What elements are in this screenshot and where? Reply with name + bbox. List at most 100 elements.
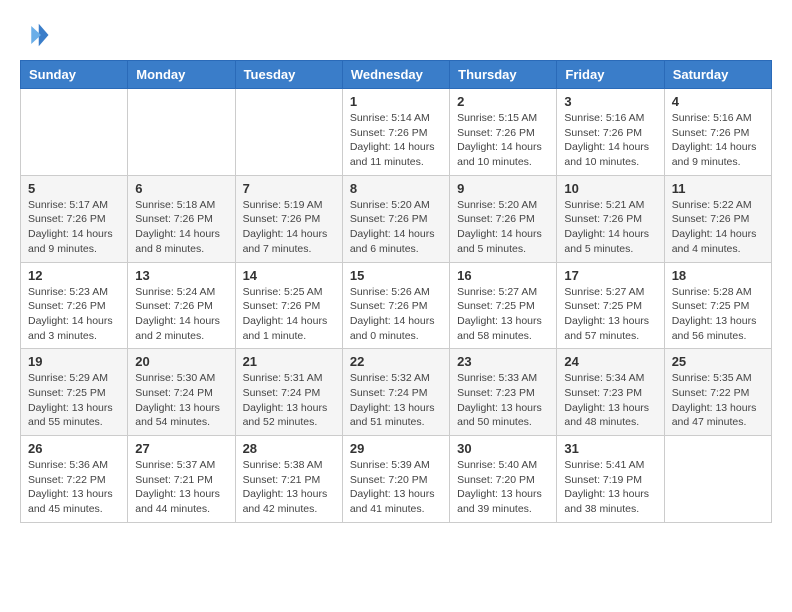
calendar-week-row: 1 Sunrise: 5:14 AMSunset: 7:26 PMDaylight… xyxy=(21,89,772,176)
day-info: Sunrise: 5:26 AMSunset: 7:26 PMDaylight:… xyxy=(350,285,442,344)
day-info: Sunrise: 5:37 AMSunset: 7:21 PMDaylight:… xyxy=(135,458,227,517)
day-number: 7 xyxy=(243,181,335,196)
weekday-header: Thursday xyxy=(450,61,557,89)
calendar-cell: 15Sunrise: 5:26 AMSunset: 7:26 PMDayligh… xyxy=(342,262,449,349)
day-number: 13 xyxy=(135,268,227,283)
calendar-cell: 21 Sunrise: 5:31 AMSunset: 7:24 PMDayligh… xyxy=(235,349,342,436)
day-info: Sunrise: 5:22 AMSunset: 7:26 PMDaylight:… xyxy=(672,198,764,257)
calendar-cell: 2 Sunrise: 5:15 AMSunset: 7:26 PMDaylight… xyxy=(450,89,557,176)
logo xyxy=(20,20,54,50)
calendar-week-row: 19 Sunrise: 5:29 AMSunset: 7:25 PMDayligh… xyxy=(21,349,772,436)
logo-icon xyxy=(20,20,50,50)
weekday-header: Wednesday xyxy=(342,61,449,89)
day-number: 11 xyxy=(672,181,764,196)
day-number: 28 xyxy=(243,441,335,456)
weekday-header: Tuesday xyxy=(235,61,342,89)
day-info: Sunrise: 5:31 AMSunset: 7:24 PMDaylight:… xyxy=(243,371,335,430)
day-info: Sunrise: 5:25 AMSunset: 7:26 PMDaylight:… xyxy=(243,285,335,344)
day-info: Sunrise: 5:38 AMSunset: 7:21 PMDaylight:… xyxy=(243,458,335,517)
day-number: 19 xyxy=(28,354,120,369)
day-number: 17 xyxy=(564,268,656,283)
day-number: 3 xyxy=(564,94,656,109)
day-info: Sunrise: 5:40 AMSunset: 7:20 PMDaylight:… xyxy=(457,458,549,517)
day-number: 14 xyxy=(243,268,335,283)
day-number: 9 xyxy=(457,181,549,196)
day-number: 1 xyxy=(350,94,442,109)
day-number: 5 xyxy=(28,181,120,196)
calendar-cell: 7Sunrise: 5:19 AMSunset: 7:26 PMDaylight… xyxy=(235,175,342,262)
calendar-header-row: SundayMondayTuesdayWednesdayThursdayFrid… xyxy=(21,61,772,89)
calendar-cell: 28 Sunrise: 5:38 AMSunset: 7:21 PMDayligh… xyxy=(235,436,342,523)
calendar-cell: 31Sunrise: 5:41 AMSunset: 7:19 PMDayligh… xyxy=(557,436,664,523)
day-info: Sunrise: 5:35 AMSunset: 7:22 PMDaylight:… xyxy=(672,371,764,430)
day-info: Sunrise: 5:27 AMSunset: 7:25 PMDaylight:… xyxy=(457,285,549,344)
calendar-cell xyxy=(235,89,342,176)
calendar-cell xyxy=(664,436,771,523)
day-number: 2 xyxy=(457,94,549,109)
day-info: Sunrise: 5:29 AMSunset: 7:25 PMDaylight:… xyxy=(28,371,120,430)
day-number: 31 xyxy=(564,441,656,456)
day-info: Sunrise: 5:16 AMSunset: 7:26 PMDaylight:… xyxy=(672,111,764,170)
calendar-cell: 8Sunrise: 5:20 AMSunset: 7:26 PMDaylight… xyxy=(342,175,449,262)
calendar-cell: 17 Sunrise: 5:27 AMSunset: 7:25 PMDayligh… xyxy=(557,262,664,349)
day-info: Sunrise: 5:33 AMSunset: 7:23 PMDaylight:… xyxy=(457,371,549,430)
day-number: 20 xyxy=(135,354,227,369)
calendar-week-row: 12 Sunrise: 5:23 AMSunset: 7:26 PMDayligh… xyxy=(21,262,772,349)
day-info: Sunrise: 5:15 AMSunset: 7:26 PMDaylight:… xyxy=(457,111,549,170)
calendar-cell: 27 Sunrise: 5:37 AMSunset: 7:21 PMDayligh… xyxy=(128,436,235,523)
calendar-cell: 23 Sunrise: 5:33 AMSunset: 7:23 PMDayligh… xyxy=(450,349,557,436)
day-number: 29 xyxy=(350,441,442,456)
calendar-cell: 18 Sunrise: 5:28 AMSunset: 7:25 PMDayligh… xyxy=(664,262,771,349)
calendar-cell: 14 Sunrise: 5:25 AMSunset: 7:26 PMDayligh… xyxy=(235,262,342,349)
weekday-header: Sunday xyxy=(21,61,128,89)
day-info: Sunrise: 5:16 AMSunset: 7:26 PMDaylight:… xyxy=(564,111,656,170)
calendar-cell xyxy=(21,89,128,176)
day-number: 12 xyxy=(28,268,120,283)
calendar-cell: 3 Sunrise: 5:16 AMSunset: 7:26 PMDaylight… xyxy=(557,89,664,176)
day-info: Sunrise: 5:32 AMSunset: 7:24 PMDaylight:… xyxy=(350,371,442,430)
calendar-week-row: 26 Sunrise: 5:36 AMSunset: 7:22 PMDayligh… xyxy=(21,436,772,523)
day-number: 30 xyxy=(457,441,549,456)
calendar-cell: 20 Sunrise: 5:30 AMSunset: 7:24 PMDayligh… xyxy=(128,349,235,436)
page-header xyxy=(20,20,772,50)
weekday-header: Monday xyxy=(128,61,235,89)
calendar-cell xyxy=(128,89,235,176)
calendar-cell: 22 Sunrise: 5:32 AMSunset: 7:24 PMDayligh… xyxy=(342,349,449,436)
calendar-cell: 13 Sunrise: 5:24 AMSunset: 7:26 PMDayligh… xyxy=(128,262,235,349)
day-info: Sunrise: 5:34 AMSunset: 7:23 PMDaylight:… xyxy=(564,371,656,430)
day-number: 10 xyxy=(564,181,656,196)
day-info: Sunrise: 5:17 AMSunset: 7:26 PMDaylight:… xyxy=(28,198,120,257)
day-number: 22 xyxy=(350,354,442,369)
calendar-cell: 19 Sunrise: 5:29 AMSunset: 7:25 PMDayligh… xyxy=(21,349,128,436)
day-info: Sunrise: 5:14 AMSunset: 7:26 PMDaylight:… xyxy=(350,111,442,170)
day-number: 4 xyxy=(672,94,764,109)
day-number: 16 xyxy=(457,268,549,283)
day-number: 27 xyxy=(135,441,227,456)
day-number: 23 xyxy=(457,354,549,369)
day-info: Sunrise: 5:18 AMSunset: 7:26 PMDaylight:… xyxy=(135,198,227,257)
day-info: Sunrise: 5:30 AMSunset: 7:24 PMDaylight:… xyxy=(135,371,227,430)
calendar-cell: 16 Sunrise: 5:27 AMSunset: 7:25 PMDayligh… xyxy=(450,262,557,349)
day-number: 18 xyxy=(672,268,764,283)
day-number: 21 xyxy=(243,354,335,369)
day-info: Sunrise: 5:28 AMSunset: 7:25 PMDaylight:… xyxy=(672,285,764,344)
day-info: Sunrise: 5:23 AMSunset: 7:26 PMDaylight:… xyxy=(28,285,120,344)
day-info: Sunrise: 5:20 AMSunset: 7:26 PMDaylight:… xyxy=(350,198,442,257)
calendar-cell: 25Sunrise: 5:35 AMSunset: 7:22 PMDayligh… xyxy=(664,349,771,436)
day-number: 6 xyxy=(135,181,227,196)
day-info: Sunrise: 5:36 AMSunset: 7:22 PMDaylight:… xyxy=(28,458,120,517)
calendar-cell: 1 Sunrise: 5:14 AMSunset: 7:26 PMDaylight… xyxy=(342,89,449,176)
calendar-cell: 11 Sunrise: 5:22 AMSunset: 7:26 PMDayligh… xyxy=(664,175,771,262)
weekday-header: Friday xyxy=(557,61,664,89)
calendar-cell: 4 Sunrise: 5:16 AMSunset: 7:26 PMDaylight… xyxy=(664,89,771,176)
calendar-cell: 29Sunrise: 5:39 AMSunset: 7:20 PMDayligh… xyxy=(342,436,449,523)
day-info: Sunrise: 5:27 AMSunset: 7:25 PMDaylight:… xyxy=(564,285,656,344)
calendar-table: SundayMondayTuesdayWednesdayThursdayFrid… xyxy=(20,60,772,523)
weekday-header: Saturday xyxy=(664,61,771,89)
day-info: Sunrise: 5:24 AMSunset: 7:26 PMDaylight:… xyxy=(135,285,227,344)
calendar-cell: 24Sunrise: 5:34 AMSunset: 7:23 PMDayligh… xyxy=(557,349,664,436)
calendar-cell: 26 Sunrise: 5:36 AMSunset: 7:22 PMDayligh… xyxy=(21,436,128,523)
day-number: 26 xyxy=(28,441,120,456)
calendar-cell: 5 Sunrise: 5:17 AMSunset: 7:26 PMDaylight… xyxy=(21,175,128,262)
calendar-cell: 6 Sunrise: 5:18 AMSunset: 7:26 PMDaylight… xyxy=(128,175,235,262)
